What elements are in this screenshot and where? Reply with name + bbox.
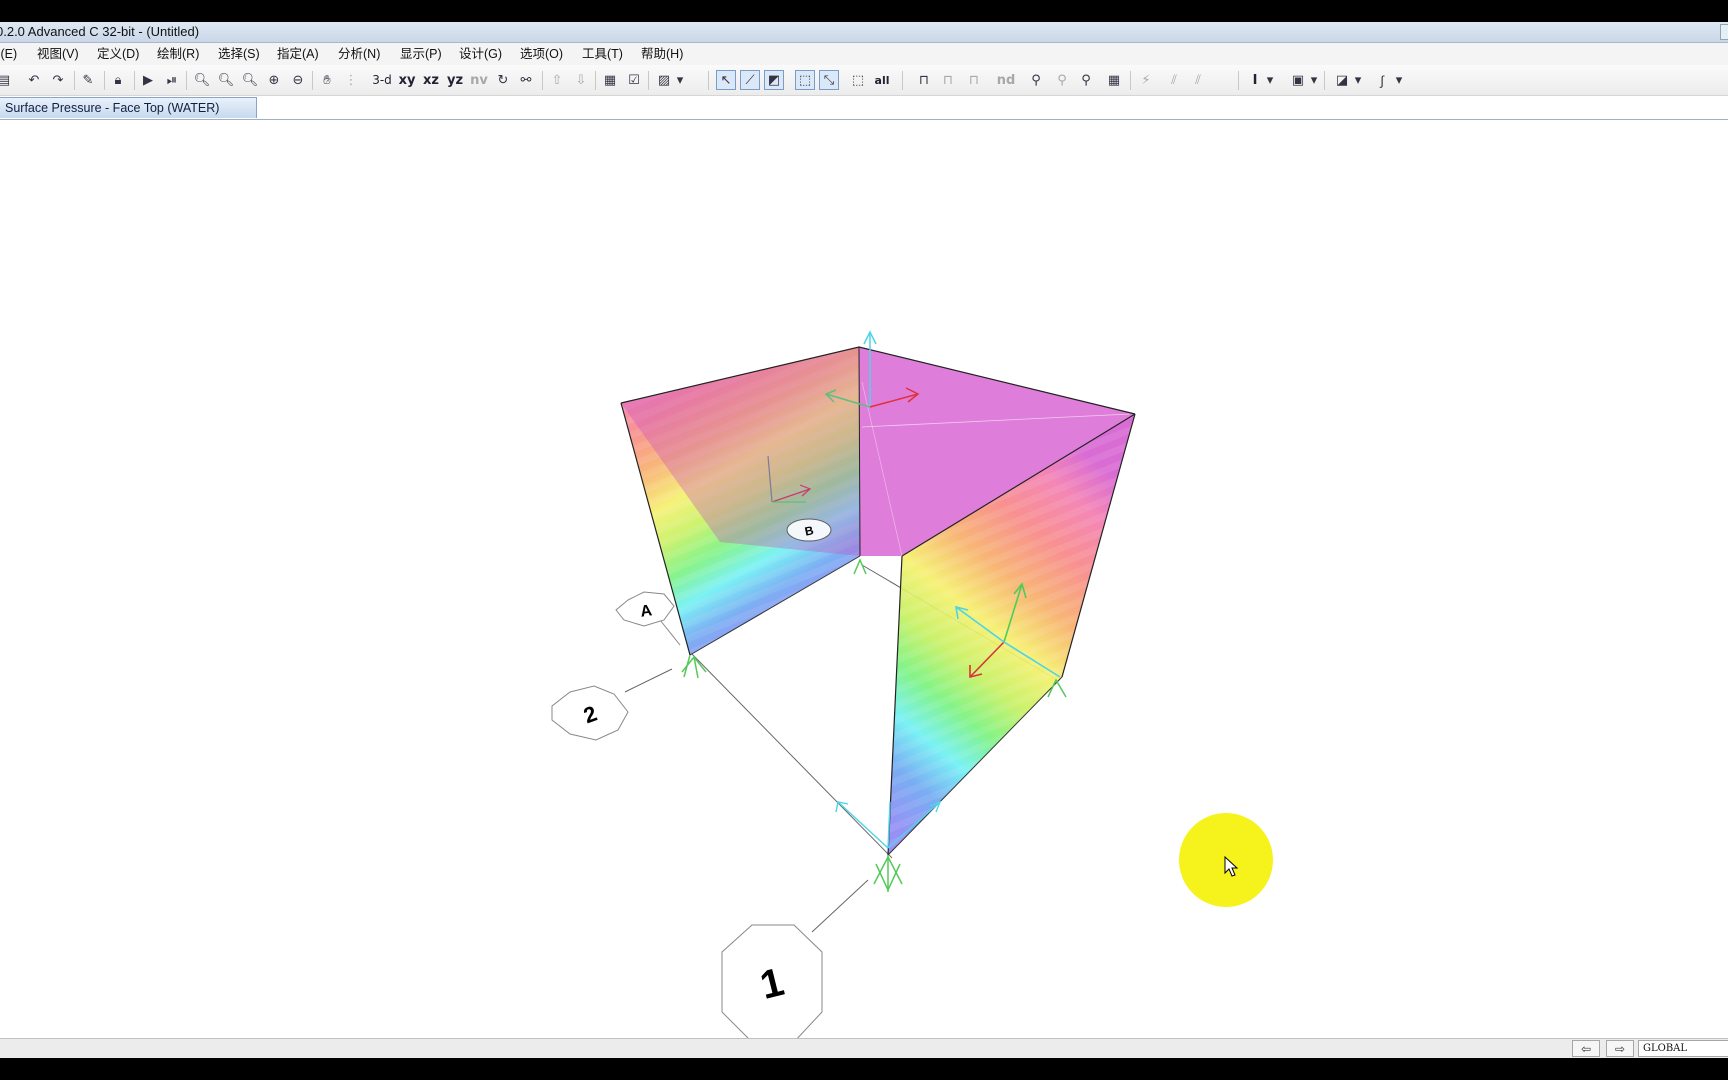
menu-help[interactable]: 帮助(H) [639,43,685,65]
draw-frame-icon[interactable]: ⊓ [914,70,934,90]
menu-analyze[interactable]: 分析(N) [336,43,382,65]
menu-select[interactable]: 选择(S) [216,43,262,65]
save-icon[interactable]: ▤ [0,70,14,90]
dropdown-arrow-icon[interactable]: ▾ [674,70,686,90]
select-previous-icon[interactable]: ⬚ [848,70,868,90]
previous-arrow-icon[interactable]: ⇦ [1572,1040,1600,1057]
coordinate-system-select[interactable]: GLOBAL [1638,1040,1728,1057]
view-yz-button[interactable]: yz [445,70,465,90]
checkbox-icon[interactable]: ☑ [624,70,644,90]
next-arrow-icon[interactable]: ⇨ [1606,1040,1634,1057]
menu-assign[interactable]: 指定(A) [275,43,321,65]
model-viewport[interactable]: A B 2 1 [0,120,1728,1058]
window-title: 0.2.0 Advanced C 32-bit - (Untitled) [0,24,200,39]
grid-line-a [689,651,893,859]
menu-design[interactable]: 设计(G) [457,43,504,65]
zoom-out-icon[interactable]: ⊖ [288,70,308,90]
draw-bay-icon[interactable]: ⊓ [938,70,958,90]
menu-edit[interactable]: 辑(E) [0,43,19,65]
stress-diagram-icon[interactable]: ⫽ [1188,70,1208,90]
perspective-icon[interactable]: ⚯ [516,70,536,90]
menu-define[interactable]: 定义(D) [95,43,141,65]
menu-display[interactable]: 显示(P) [398,43,444,65]
joint-restraint-icon[interactable]: ⚲ [1026,70,1046,90]
main-toolbar: ▤ ↶ ↷ ✎ 🔒︎ ▶ ⏯ 🔍︎ 🔍︎ 🔍︎ ⊕ ⊖ ✋︎ ⋮ 3-d xy … [0,65,1728,96]
dropdown-arrow-icon[interactable]: ▾ [1264,70,1276,90]
main-window: 0.2.0 Advanced C 32-bit - (Untitled) 辑(E… [0,22,1728,1058]
window-tab-bar: Surface Pressure - Face Top (WATER) [0,96,1728,120]
menu-options[interactable]: 选项(O) [518,43,565,65]
grid-bubble-1: 1 [721,924,823,1043]
deformed-shape-icon[interactable]: ⚡︎ [1136,70,1156,90]
grid-bubble-a: A [615,591,675,627]
table-icon[interactable]: ▦ [1104,70,1124,90]
select-window-icon[interactable]: ⬚ [795,70,815,90]
dropdown-arrow-icon[interactable]: ▾ [1308,70,1320,90]
menu-view[interactable]: 视图(V) [35,43,81,65]
menu-tools[interactable]: 工具(T) [580,43,625,65]
text-tool-button[interactable]: I [1245,70,1265,90]
menu-bar: 辑(E) 视图(V) 定义(D) 绘制(R) 选择(S) 指定(A) 分析(N)… [0,43,1728,65]
frame-load-icon[interactable]: ⚲ [1076,70,1096,90]
run-now-icon[interactable]: ⏯ [162,70,182,90]
nd-button[interactable]: nd [996,70,1016,90]
move-down-icon[interactable]: ⇩ [571,70,591,90]
display-options-icon[interactable]: ▦ [600,70,620,90]
window-control-button[interactable] [1720,24,1728,40]
section-view-icon[interactable]: ▣ [1288,70,1308,90]
dropdown-arrow-icon[interactable]: ▾ [1393,70,1405,90]
select-pointer-icon[interactable]: ↖ [716,70,736,90]
view-nv-button[interactable]: nv [469,70,489,90]
grid-bubble-2: 2 [551,685,629,741]
function-icon[interactable]: ∫ [1372,70,1392,90]
mouse-cursor-icon [1224,856,1239,877]
select-crossing-icon[interactable]: ⤡ [819,70,839,90]
status-bar: ⇦ ⇨ GLOBAL [0,1038,1728,1058]
view-3d-button[interactable]: 3-d [370,70,394,90]
model-3d-view[interactable]: A B 2 1 [0,120,1728,1058]
tab-surface-pressure[interactable]: Surface Pressure - Face Top (WATER) [0,97,257,118]
select-line-icon[interactable]: ⟋ [740,70,760,90]
view-xy-button[interactable]: xy [397,70,417,90]
undo-icon[interactable]: ↶ [24,70,44,90]
move-up-icon[interactable]: ⇧ [547,70,567,90]
zoom-window-icon[interactable]: 🔍︎ [192,70,212,90]
joint-load-icon[interactable]: ⚲ [1052,70,1072,90]
select-box-icon[interactable]: ◩ [764,70,784,90]
draw-multi-bay-icon[interactable]: ⊓ [964,70,984,90]
zoom-previous-icon[interactable]: 🔍︎ [216,70,236,90]
pan-hand-icon[interactable]: ✋︎ [317,70,337,90]
grid-line-1 [811,879,869,933]
title-bar: 0.2.0 Advanced C 32-bit - (Untitled) [0,22,1728,43]
menu-draw[interactable]: 绘制(R) [155,43,201,65]
run-analysis-icon[interactable]: ▶ [138,70,158,90]
pencil-icon[interactable]: ✎ [78,70,98,90]
show-options-icon[interactable]: ▨ [654,70,674,90]
select-all-button[interactable]: all [872,70,892,90]
redo-icon[interactable]: ↷ [48,70,68,90]
rubber-band-icon[interactable]: ⋮ [341,70,361,90]
force-diagram-icon[interactable]: ⫽ [1164,70,1184,90]
grid-bubble-b: B [786,518,832,542]
lock-icon[interactable]: 🔒︎ [108,70,128,90]
view-xz-button[interactable]: xz [421,70,441,90]
rotate-icon[interactable]: ↻ [493,70,513,90]
zoom-in-icon[interactable]: ⊕ [264,70,284,90]
dropdown-arrow-icon[interactable]: ▾ [1352,70,1364,90]
render-options-icon[interactable]: ◪ [1332,70,1352,90]
grid-line-a-leader [659,619,681,646]
zoom-restore-icon[interactable]: 🔍︎ [240,70,260,90]
grid-line-2 [624,668,673,693]
